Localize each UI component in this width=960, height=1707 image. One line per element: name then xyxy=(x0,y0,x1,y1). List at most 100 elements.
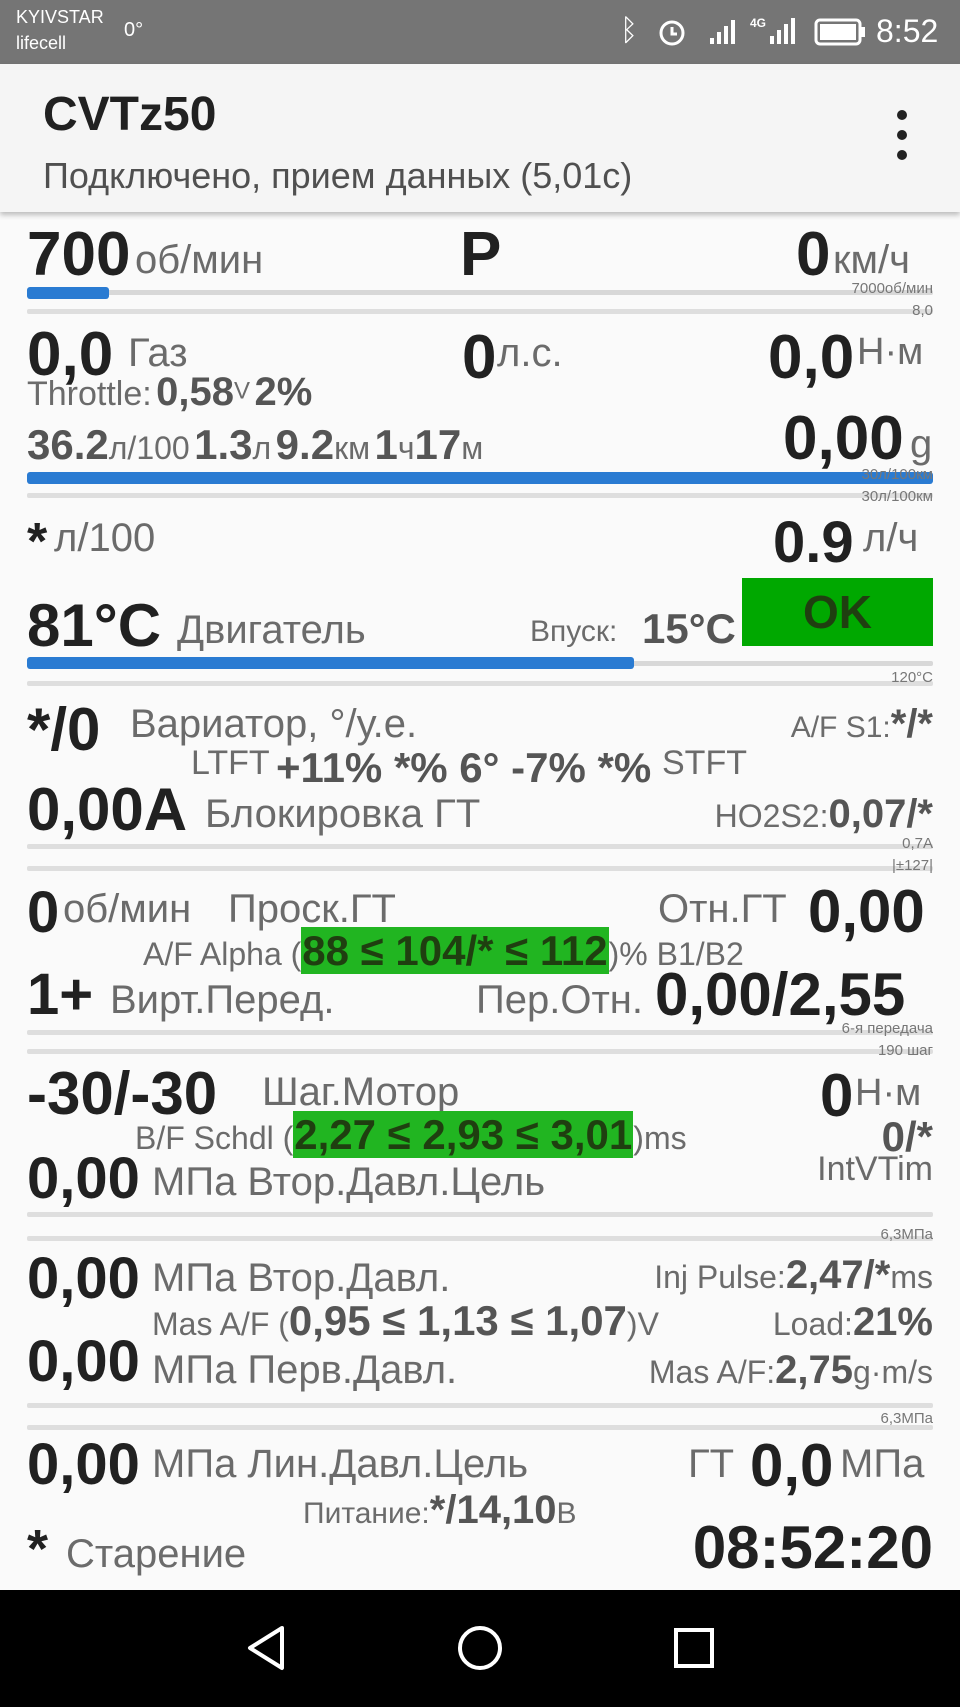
tc-pressure-value: 0,0 xyxy=(750,1432,834,1499)
speed-unit: км/ч xyxy=(833,238,910,282)
clock: 8:52 xyxy=(876,13,939,49)
throttle-voltage: 0,58 xyxy=(156,370,235,414)
engine-load-label: Load: xyxy=(772,1306,853,1342)
af-alpha-label: A/F Alpha ( xyxy=(143,936,302,972)
throttle-sensor-readout: Throttle: 0,58V 2% xyxy=(27,372,312,412)
line-pressure-target-value: 0,00 xyxy=(27,1432,140,1497)
intake-valve-timing-label: IntVTim xyxy=(817,1150,933,1188)
engine-temp-label: Двигатель xyxy=(177,608,366,652)
virtual-gear-label: Вирт.Перед. xyxy=(110,978,335,1022)
trip-summary: 36.2л/100 1.3л 9.2км 1ч17м xyxy=(27,424,483,466)
rpm-unit: об/мин xyxy=(135,238,264,282)
gear-bar xyxy=(27,1030,933,1035)
engine-temp-value: 81°C xyxy=(27,592,162,659)
trip-hours: 1 xyxy=(374,421,398,468)
bf-schedule-range: 2,27 ≤ 2,93 ≤ 3,01 xyxy=(293,1111,634,1158)
ho2s2-readout: HO2S2:0,07/* xyxy=(715,794,933,834)
gear-secondary-bar xyxy=(27,1049,933,1054)
af-s1-label: A/F S1: xyxy=(790,711,891,744)
app-bar: CVTz50 Подключено, прием данных (5,01с) xyxy=(0,64,960,212)
af-alpha-range: 88 ≤ 104/* ≤ 112 xyxy=(301,927,609,974)
maf-flow-readout: Mas A/F:2,75g·m/s xyxy=(649,1350,933,1390)
lockup-bar xyxy=(27,844,933,849)
secondary-pressure-target-value: 0,00 xyxy=(27,1146,140,1211)
rpm-bar-fill xyxy=(27,287,109,299)
home-icon[interactable] xyxy=(456,1624,504,1672)
gear-indicator: P xyxy=(460,220,502,289)
consumption-scale-2: 30л/100км xyxy=(861,488,933,505)
lockup-secondary-bar xyxy=(27,866,933,871)
maf-flow-value: 2,75 xyxy=(775,1348,853,1392)
battery-icon xyxy=(814,18,865,46)
intake-temp-label: Впуск: xyxy=(530,615,618,648)
lockup-value: 0,00A xyxy=(27,776,188,843)
tc-ratio-label: Отн.ГТ xyxy=(658,887,787,931)
primary-pressure-value: 0,00 xyxy=(27,1329,140,1394)
primary-pressure-label: МПа Перв.Давл. xyxy=(152,1348,458,1392)
aging-label: Старение xyxy=(66,1532,247,1576)
lockup-label: Блокировка ГТ xyxy=(205,792,481,836)
consumption-scale-1: 30л/100км xyxy=(861,466,933,483)
fuel-flow-unit: л/ч xyxy=(863,516,919,560)
rpm-value: 700 xyxy=(27,220,131,289)
trip-distance: 9.2 xyxy=(275,421,335,468)
consumption-secondary-bar xyxy=(27,493,933,498)
secondary-pressure-label: МПа Втор.Давл. xyxy=(152,1256,451,1300)
maf-voltage-suffix: )V xyxy=(626,1306,659,1342)
pressure-secondary-bar-2 xyxy=(27,1425,933,1430)
throttle-percent: 2% xyxy=(254,370,313,414)
rpm-scale-max: 7000об/мин xyxy=(851,280,933,297)
back-icon[interactable] xyxy=(244,1624,288,1672)
trip-consumption: 36.2 xyxy=(27,421,109,468)
status-bar: KYIVSTAR lifecell 0° ᛒ 4G 8:52 xyxy=(0,0,960,64)
fuel-flow-value: 0.9 xyxy=(773,510,854,575)
pressure-scale-1: 6,3МПа xyxy=(880,1226,933,1243)
g-force-unit: g xyxy=(910,422,933,466)
trip-fuel: 1.3 xyxy=(194,421,253,468)
ltft-label: LTFT xyxy=(191,744,270,782)
aging-value: * xyxy=(27,1519,49,1579)
g-force-value: 0,00 xyxy=(783,404,904,473)
alarm-icon xyxy=(659,20,685,46)
trip-hours-unit: ч xyxy=(397,430,415,466)
injector-pulse-readout: Inj Pulse:2,47/*ms xyxy=(654,1255,933,1295)
motor-torque-value: 0 xyxy=(820,1062,854,1129)
line-pressure-target-label: МПа Лин.Давл.Цель xyxy=(152,1442,529,1486)
tc-slip-label: Проск.ГТ xyxy=(228,887,396,931)
session-clock: 08:52:20 xyxy=(692,1514,933,1581)
engine-load-value: 21% xyxy=(852,1300,933,1344)
trip-fuel-unit: л xyxy=(252,430,272,466)
throttle-sensor-label: Throttle: xyxy=(27,375,152,413)
secondary-scale-max: 8,0 xyxy=(912,302,933,319)
engine-temp-bar-fill xyxy=(27,657,634,669)
af-s1-value: */* xyxy=(890,702,933,746)
gear-ratio-value: 0,00/2,55 xyxy=(655,961,906,1028)
injector-pulse-unit: ms xyxy=(890,1259,933,1295)
connection-status: Подключено, прием данных (5,01с) xyxy=(43,155,633,196)
intake-temp-value: 15°C xyxy=(642,605,736,652)
motor-torque-unit: Н·м xyxy=(855,1072,922,1114)
engine-load-readout: Load:21% xyxy=(773,1302,933,1342)
stft-label: STFT xyxy=(662,744,747,782)
tc-ratio-value: 0,00 xyxy=(808,878,925,945)
tc-pressure-unit: МПа xyxy=(840,1442,925,1486)
maf-voltage-range: 0,95 ≤ 1,13 ≤ 1,07 xyxy=(288,1297,627,1344)
instant-consumption-value: * xyxy=(27,513,48,571)
torque-value: 0,0 xyxy=(768,323,855,392)
pressure-secondary-bar-1 xyxy=(27,1236,933,1241)
fuel-trims: +11% *% 6° -7% *% xyxy=(276,744,652,791)
maf-voltage-label: Mas A/F ( xyxy=(152,1306,289,1342)
app-title: CVTz50 xyxy=(43,88,217,141)
trip-minutes: 17 xyxy=(414,421,462,468)
injector-pulse-label: Inj Pulse: xyxy=(654,1259,786,1295)
signal-icon xyxy=(710,20,735,44)
bf-schedule-suffix: )ms xyxy=(633,1120,687,1156)
lockup-scale-1: 0,7A xyxy=(902,835,933,852)
secondary-pressure-target-label: МПа Втор.Давл.Цель xyxy=(152,1160,546,1204)
maf-voltage-readout: Mas A/F (0,95 ≤ 1,13 ≤ 1,07)V xyxy=(152,1300,659,1342)
af-alpha-readout: A/F Alpha (88 ≤ 104/* ≤ 112)% B1/B2 xyxy=(143,927,744,974)
overflow-menu-button[interactable] xyxy=(884,106,920,166)
injector-pulse-value: 2,47/* xyxy=(785,1253,891,1297)
bf-schedule-label: B/F Schdl ( xyxy=(135,1120,294,1156)
recents-icon[interactable] xyxy=(672,1626,716,1670)
